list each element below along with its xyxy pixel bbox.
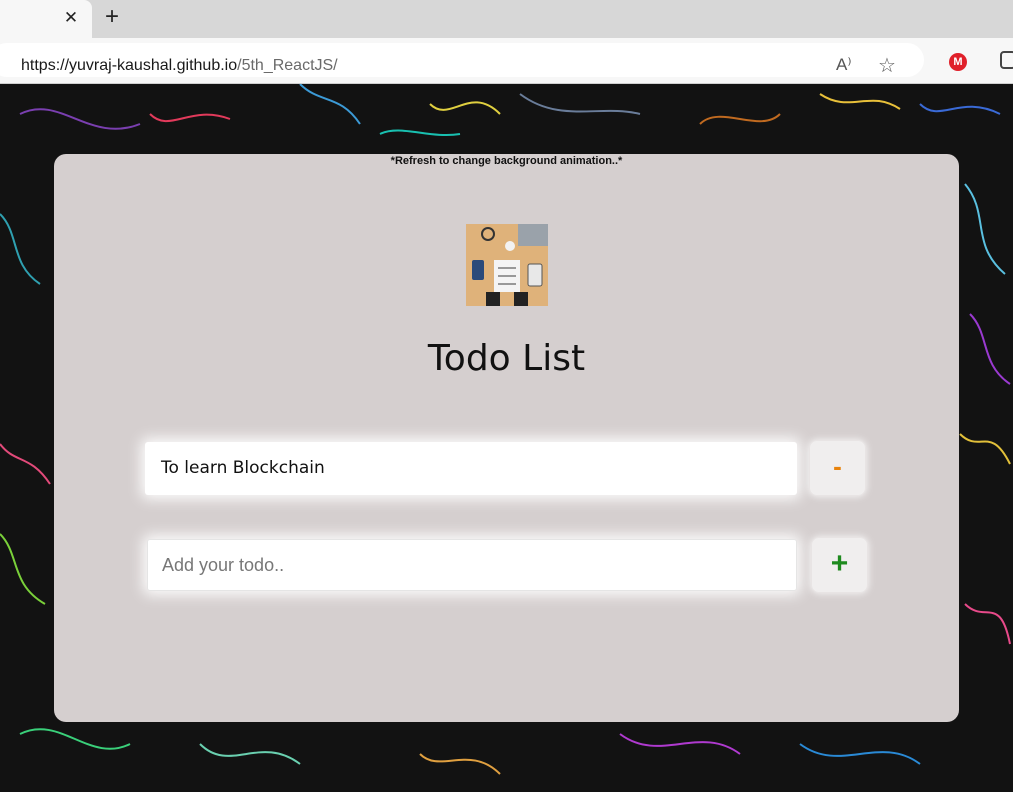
refresh-note: *Refresh to change background animation.… — [390, 155, 623, 167]
page-viewport: *Refresh to change background animation.… — [0, 84, 1013, 792]
read-aloud-icon[interactable]: A⁾ — [836, 55, 852, 75]
new-tab-button[interactable]: + — [100, 5, 124, 30]
add-todo-input[interactable] — [147, 539, 797, 591]
page-title: Todo List — [427, 338, 586, 379]
url-text[interactable]: https://yuvraj-kaushal.github.io/5th_Rea… — [21, 57, 338, 75]
extension-m-icon[interactable]: M — [949, 53, 967, 71]
add-favorite-icon[interactable]: ☆ — [878, 53, 896, 78]
add-todo-button[interactable]: + — [811, 537, 868, 593]
tab-strip: ✕ + — [0, 0, 1013, 38]
tab-close-icon[interactable]: ✕ — [62, 9, 80, 27]
remove-todo-button[interactable]: - — [809, 440, 866, 496]
extensions-puzzle-icon[interactable] — [1000, 51, 1013, 69]
active-tab[interactable]: ✕ — [0, 0, 92, 38]
todo-card: *Refresh to change background animation.… — [54, 154, 959, 722]
url-field[interactable]: https://yuvraj-kaushal.github.io/5th_Rea… — [0, 43, 924, 77]
todo-item-text: To learn Blockchain — [161, 458, 325, 478]
todo-list-item: To learn Blockchain — [145, 442, 797, 495]
address-bar: https://yuvraj-kaushal.github.io/5th_Rea… — [0, 38, 1013, 84]
todo-logo-image — [466, 224, 548, 306]
